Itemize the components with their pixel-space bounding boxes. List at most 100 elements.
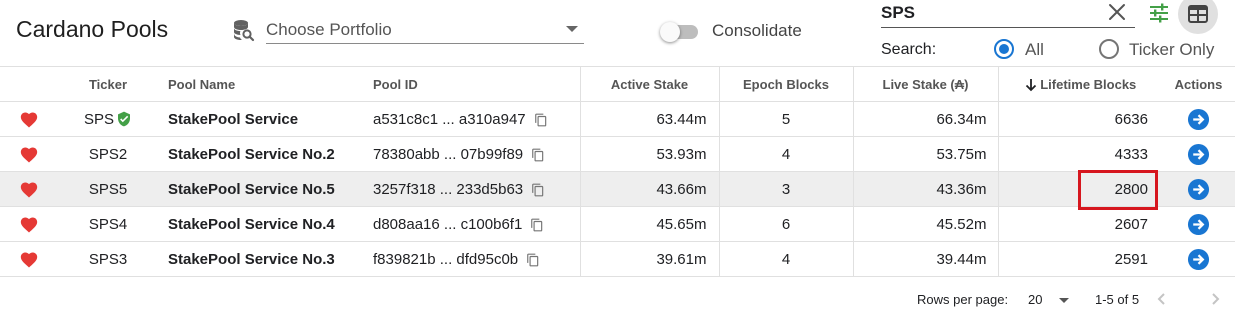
live-stake-cell: 45.52m: [852, 206, 998, 242]
database-search-icon: [232, 18, 256, 42]
epoch-blocks-cell: 5: [718, 101, 853, 137]
page-range: 1-5 of 5: [1095, 292, 1140, 307]
live-stake-cell: 53.75m: [852, 136, 998, 172]
heart-icon[interactable]: [19, 215, 39, 233]
lifetime-blocks: 2591: [1114, 250, 1148, 268]
search-label: Search:: [881, 41, 937, 58]
table-row[interactable]: SPS4 StakePool Service No.4 d808aa16 ... c…: [0, 206, 1235, 242]
pool-id: a531c8c1 ... a310a947: [373, 110, 526, 128]
favorite-cell: [0, 136, 58, 172]
epoch-blocks-cell: 6: [718, 206, 853, 242]
lifetime-blocks: 4333: [1114, 145, 1148, 163]
arrow-right-circle-icon[interactable]: [1187, 108, 1210, 131]
pool-id: 78380abb ... 07b99f89: [373, 145, 524, 163]
action-cell: [1162, 136, 1235, 172]
arrow-right-circle-icon[interactable]: [1187, 213, 1210, 236]
ticker-cell: SPS2: [58, 136, 158, 172]
pool-name: StakePool Service No.2: [168, 145, 335, 163]
search-input[interactable]: [881, 0, 1091, 26]
ticker: SPS3: [88, 250, 128, 268]
active-stake-cell: 43.66m: [579, 171, 719, 207]
pool-id-cell: a531c8c1 ... a310a947: [362, 101, 580, 137]
rows-per-page-select[interactable]: 20: [1021, 288, 1075, 312]
active-stake-cell: 39.61m: [579, 241, 719, 277]
tune-icon[interactable]: [1147, 1, 1171, 25]
col-live-stake[interactable]: Live Stake (₳): [852, 66, 998, 102]
rows-per-page-value: 20: [1028, 292, 1043, 307]
ticker-cell: SPS3: [58, 241, 158, 277]
switch-thumb: [660, 22, 680, 42]
table-row[interactable]: SPS2 StakePool Service No.2 78380abb ... 0…: [0, 136, 1235, 172]
action-cell: [1162, 171, 1235, 207]
table-view-button[interactable]: [1178, 0, 1218, 34]
heart-icon[interactable]: [19, 145, 39, 163]
pool-id-cell: 3257f318 ... 233d5b63: [362, 171, 580, 207]
arrow-right-circle-icon[interactable]: [1187, 178, 1210, 201]
copy-icon[interactable]: [526, 253, 540, 267]
arrow-right-circle-icon[interactable]: [1187, 248, 1210, 271]
radio-all[interactable]: [994, 39, 1014, 59]
lifetime-blocks-cell: 4333: [997, 136, 1162, 172]
favorite-cell: [0, 206, 58, 242]
chevron-left-icon[interactable]: [1153, 290, 1171, 308]
heart-icon[interactable]: [19, 180, 39, 198]
heart-icon[interactable]: [19, 250, 39, 268]
table-body: SPS StakePool Service a531c8c1 ... a310a94…: [0, 101, 1235, 277]
table-row[interactable]: SPS5 StakePool Service No.5 3257f318 ... 2…: [0, 171, 1235, 207]
heart-icon[interactable]: [19, 110, 39, 128]
action-cell: [1162, 101, 1235, 137]
search-field[interactable]: [881, 0, 1135, 28]
col-lifetime-blocks-label: Lifetime Blocks: [1040, 76, 1137, 92]
col-lifetime-blocks[interactable]: Lifetime Blocks: [997, 66, 1162, 102]
table-view-icon: [1188, 5, 1208, 23]
copy-icon[interactable]: [531, 183, 545, 197]
col-ticker[interactable]: Ticker: [58, 66, 158, 102]
radio-ticker-only-label[interactable]: Ticker Only: [1129, 40, 1214, 60]
col-favorite: [0, 66, 58, 102]
lifetime-blocks: 2800: [1114, 180, 1148, 198]
portfolio-field[interactable]: Choose Portfolio: [266, 16, 584, 44]
radio-all-label[interactable]: All: [1025, 40, 1044, 60]
caret-down-icon: [566, 26, 578, 32]
favorite-cell: [0, 101, 58, 137]
chevron-right-icon[interactable]: [1206, 290, 1224, 308]
consolidate-switch[interactable]: [660, 22, 698, 42]
col-active-stake[interactable]: Active Stake: [579, 66, 719, 102]
col-epoch-blocks[interactable]: Epoch Blocks: [718, 66, 853, 102]
ticker-cell: SPS4: [58, 206, 158, 242]
col-pool-id[interactable]: Pool ID: [362, 66, 580, 102]
pool-name: StakePool Service: [168, 110, 299, 128]
favorite-cell: [0, 241, 58, 277]
search-scope: Search: All Ticker Only: [881, 38, 1235, 62]
radio-ticker-only[interactable]: [1099, 39, 1119, 59]
lifetime-blocks-cell: 2591: [997, 241, 1162, 277]
close-icon[interactable]: [1106, 1, 1128, 23]
pool-name-cell: StakePool Service No.3: [158, 241, 362, 277]
live-stake-cell: 66.34m: [852, 101, 998, 137]
toolbar: Cardano Pools Choose Portfolio Consolida…: [0, 0, 1235, 66]
lifetime-blocks-cell: 6636: [997, 101, 1162, 137]
arrow-right-circle-icon[interactable]: [1187, 143, 1210, 166]
lifetime-blocks-cell: 2800: [997, 171, 1162, 207]
lifetime-blocks-cell: 2607: [997, 206, 1162, 242]
table-row[interactable]: SPS3 StakePool Service No.3 f839821b ... d…: [0, 241, 1235, 277]
verified-shield-icon: [118, 111, 130, 126]
ticker-cell: SPS5: [58, 171, 158, 207]
copy-icon[interactable]: [534, 113, 548, 127]
portfolio-select[interactable]: Choose Portfolio: [232, 16, 584, 44]
pool-name-cell: StakePool Service No.4: [158, 206, 362, 242]
consolidate-label: Consolidate: [712, 21, 802, 40]
pool-id-cell: d808aa16 ... c100b6f1: [362, 206, 580, 242]
table-row[interactable]: SPS StakePool Service a531c8c1 ... a310a94…: [0, 101, 1235, 137]
caret-down-icon: [1059, 298, 1069, 303]
pool-name: StakePool Service No.3: [168, 250, 335, 268]
lifetime-blocks: 2607: [1114, 215, 1148, 233]
copy-icon[interactable]: [530, 218, 544, 232]
col-pool-name[interactable]: Pool Name: [158, 66, 362, 102]
page-title: Cardano Pools: [16, 16, 169, 42]
pool-id: f839821b ... dfd95c0b: [373, 250, 519, 268]
pools-table: Ticker Pool Name Pool ID Active Stake Ep…: [0, 66, 1235, 277]
copy-icon[interactable]: [531, 148, 545, 162]
pool-name-cell: StakePool Service No.2: [158, 136, 362, 172]
ticker: SPS5: [88, 180, 128, 198]
